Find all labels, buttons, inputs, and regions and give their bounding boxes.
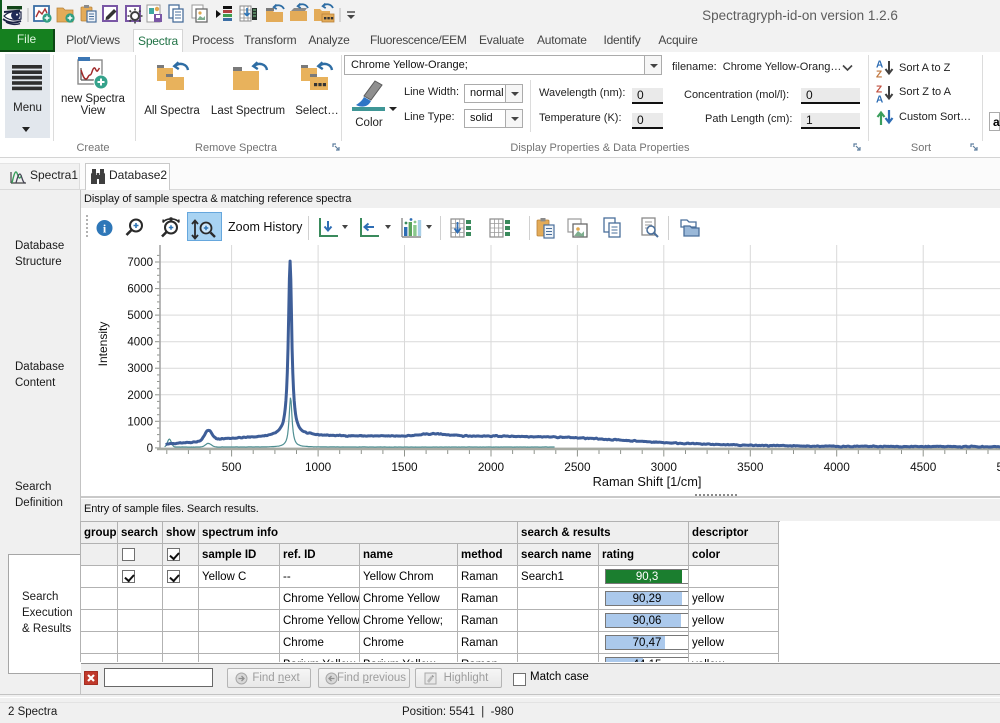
svg-text:A: A bbox=[876, 95, 883, 104]
svg-text:4000: 4000 bbox=[824, 460, 851, 474]
svg-text:4000: 4000 bbox=[127, 337, 153, 349]
svg-text:0: 0 bbox=[147, 443, 153, 455]
svg-text:Raman Shift [1/cm]: Raman Shift [1/cm] bbox=[593, 474, 702, 489]
svg-text:3500: 3500 bbox=[737, 460, 764, 474]
svg-text:1500: 1500 bbox=[391, 460, 418, 474]
svg-text:4500: 4500 bbox=[910, 460, 937, 474]
svg-text:1000: 1000 bbox=[305, 460, 332, 474]
svg-text:2000: 2000 bbox=[478, 460, 505, 474]
svg-text:2500: 2500 bbox=[564, 460, 591, 474]
svg-text:5000: 5000 bbox=[127, 310, 153, 322]
svg-text:5000: 5000 bbox=[996, 460, 1000, 474]
svg-text:1000: 1000 bbox=[127, 416, 153, 428]
svg-text:7000: 7000 bbox=[127, 257, 153, 269]
svg-text:2000: 2000 bbox=[127, 390, 153, 402]
svg-text:Intensity: Intensity bbox=[96, 322, 110, 367]
svg-text:Z: Z bbox=[876, 70, 882, 79]
svg-text:3000: 3000 bbox=[651, 460, 678, 474]
svg-text:500: 500 bbox=[222, 460, 242, 474]
svg-text:6000: 6000 bbox=[127, 284, 153, 296]
svg-text:3000: 3000 bbox=[127, 363, 153, 375]
